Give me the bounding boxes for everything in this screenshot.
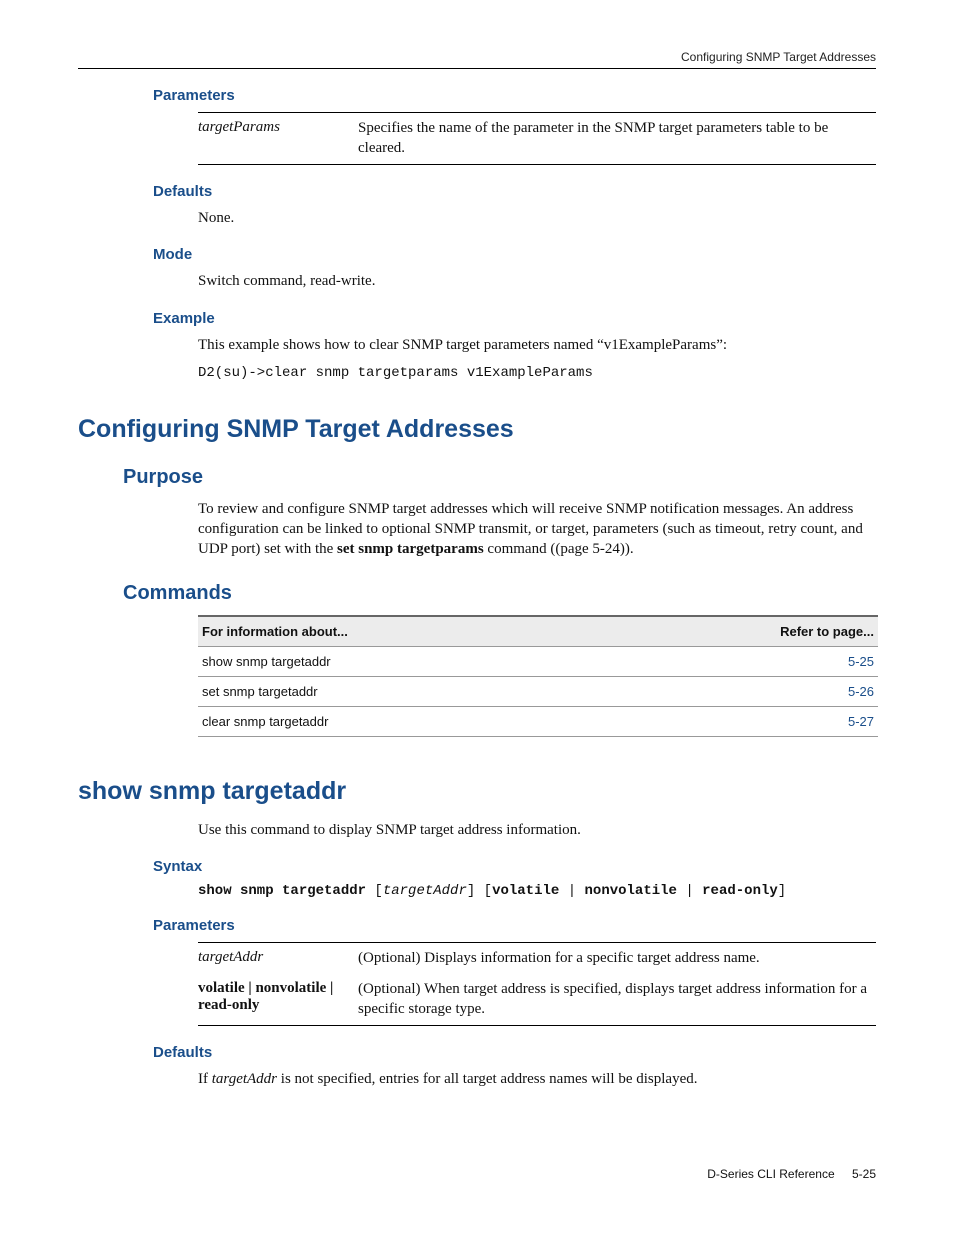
heading-syntax: Syntax <box>153 858 876 875</box>
heading-parameters-2: Parameters <box>153 917 876 934</box>
defaults2-pre: If <box>198 1071 212 1087</box>
heading-purpose: Purpose <box>123 466 876 489</box>
table-row: targetParams Specifies the name of the p… <box>198 113 876 164</box>
cmd-cell: set snmp targetaddr <box>198 676 720 706</box>
cmd-cell: show snmp targetaddr <box>198 646 720 676</box>
mode-body: Switch command, read-write. <box>198 271 876 291</box>
page-link[interactable]: 5-27 <box>848 714 874 729</box>
param-name: volatile | nonvolatile | read-only <box>198 980 358 1019</box>
parameters-table-2: targetAddr (Optional) Displays informati… <box>198 942 876 1027</box>
syntax-punct: [ <box>366 883 383 899</box>
param-name: targetAddr <box>198 949 358 969</box>
table-row: clear snmp targetaddr 5-27 <box>198 706 878 736</box>
table-row: show snmp targetaddr 5-25 <box>198 646 878 676</box>
defaults2-post: is not specified, entries for all target… <box>277 1071 697 1087</box>
syntax-kw: nonvolatile <box>585 883 677 899</box>
table-row: set snmp targetaddr 5-26 <box>198 676 878 706</box>
heading-show-snmp: show snmp targetaddr <box>78 777 876 806</box>
heading-defaults: Defaults <box>153 183 876 200</box>
cmd-cell: clear snmp targetaddr <box>198 706 720 736</box>
col-header-info: For information about... <box>198 616 720 647</box>
param-desc: Specifies the name of the parameter in t… <box>358 119 876 158</box>
defaults2-body: If targetAddr is not specified, entries … <box>198 1069 876 1089</box>
parameters-table: targetParams Specifies the name of the p… <box>198 112 876 165</box>
heading-mode: Mode <box>153 246 876 263</box>
syntax-punct: ] <box>778 883 786 899</box>
heading-parameters: Parameters <box>153 87 876 104</box>
syntax-punct: | <box>677 883 702 899</box>
page-header: Configuring SNMP Target Addresses <box>78 50 876 69</box>
heading-main: Configuring SNMP Target Addresses <box>78 415 876 444</box>
purpose-text-post: command ((page 5-24)). <box>484 541 634 557</box>
col-header-page: Refer to page... <box>720 616 878 647</box>
show-snmp-intro: Use this command to display SNMP target … <box>198 820 876 840</box>
page-footer: D-Series CLI Reference 5-25 <box>707 1167 876 1181</box>
table-header-row: For information about... Refer to page..… <box>198 616 878 647</box>
table-row: targetAddr (Optional) Displays informati… <box>198 943 876 975</box>
syntax-kw: volatile <box>492 883 559 899</box>
page-link[interactable]: 5-26 <box>848 684 874 699</box>
syntax-arg: targetAddr <box>383 883 467 899</box>
syntax-kw: read-only <box>702 883 778 899</box>
heading-commands: Commands <box>123 582 876 605</box>
syntax-kw: show snmp targetaddr <box>198 883 366 899</box>
footer-doc-title: D-Series CLI Reference <box>707 1167 834 1181</box>
param-desc: (Optional) Displays information for a sp… <box>358 949 876 969</box>
purpose-bold-cmd: set snmp targetparams <box>337 541 484 557</box>
page-link[interactable]: 5-25 <box>848 654 874 669</box>
param-name: targetParams <box>198 119 358 158</box>
heading-defaults-2: Defaults <box>153 1044 876 1061</box>
defaults-body: None. <box>198 208 876 228</box>
syntax-punct: ] [ <box>467 883 492 899</box>
syntax-line: show snmp targetaddr [targetAddr] [volat… <box>198 883 876 899</box>
heading-example: Example <box>153 310 876 327</box>
header-section-title: Configuring SNMP Target Addresses <box>681 50 876 64</box>
defaults2-ital: targetAddr <box>212 1071 277 1087</box>
param-desc: (Optional) When target address is specif… <box>358 980 876 1019</box>
purpose-body: To review and configure SNMP target addr… <box>198 499 876 560</box>
example-intro: This example shows how to clear SNMP tar… <box>198 335 876 355</box>
syntax-punct: | <box>559 883 584 899</box>
example-code: D2(su)->clear snmp targetparams v1Exampl… <box>198 365 876 381</box>
commands-table: For information about... Refer to page..… <box>198 615 878 737</box>
table-row: volatile | nonvolatile | read-only (Opti… <box>198 974 876 1025</box>
footer-page-number: 5-25 <box>852 1167 876 1181</box>
